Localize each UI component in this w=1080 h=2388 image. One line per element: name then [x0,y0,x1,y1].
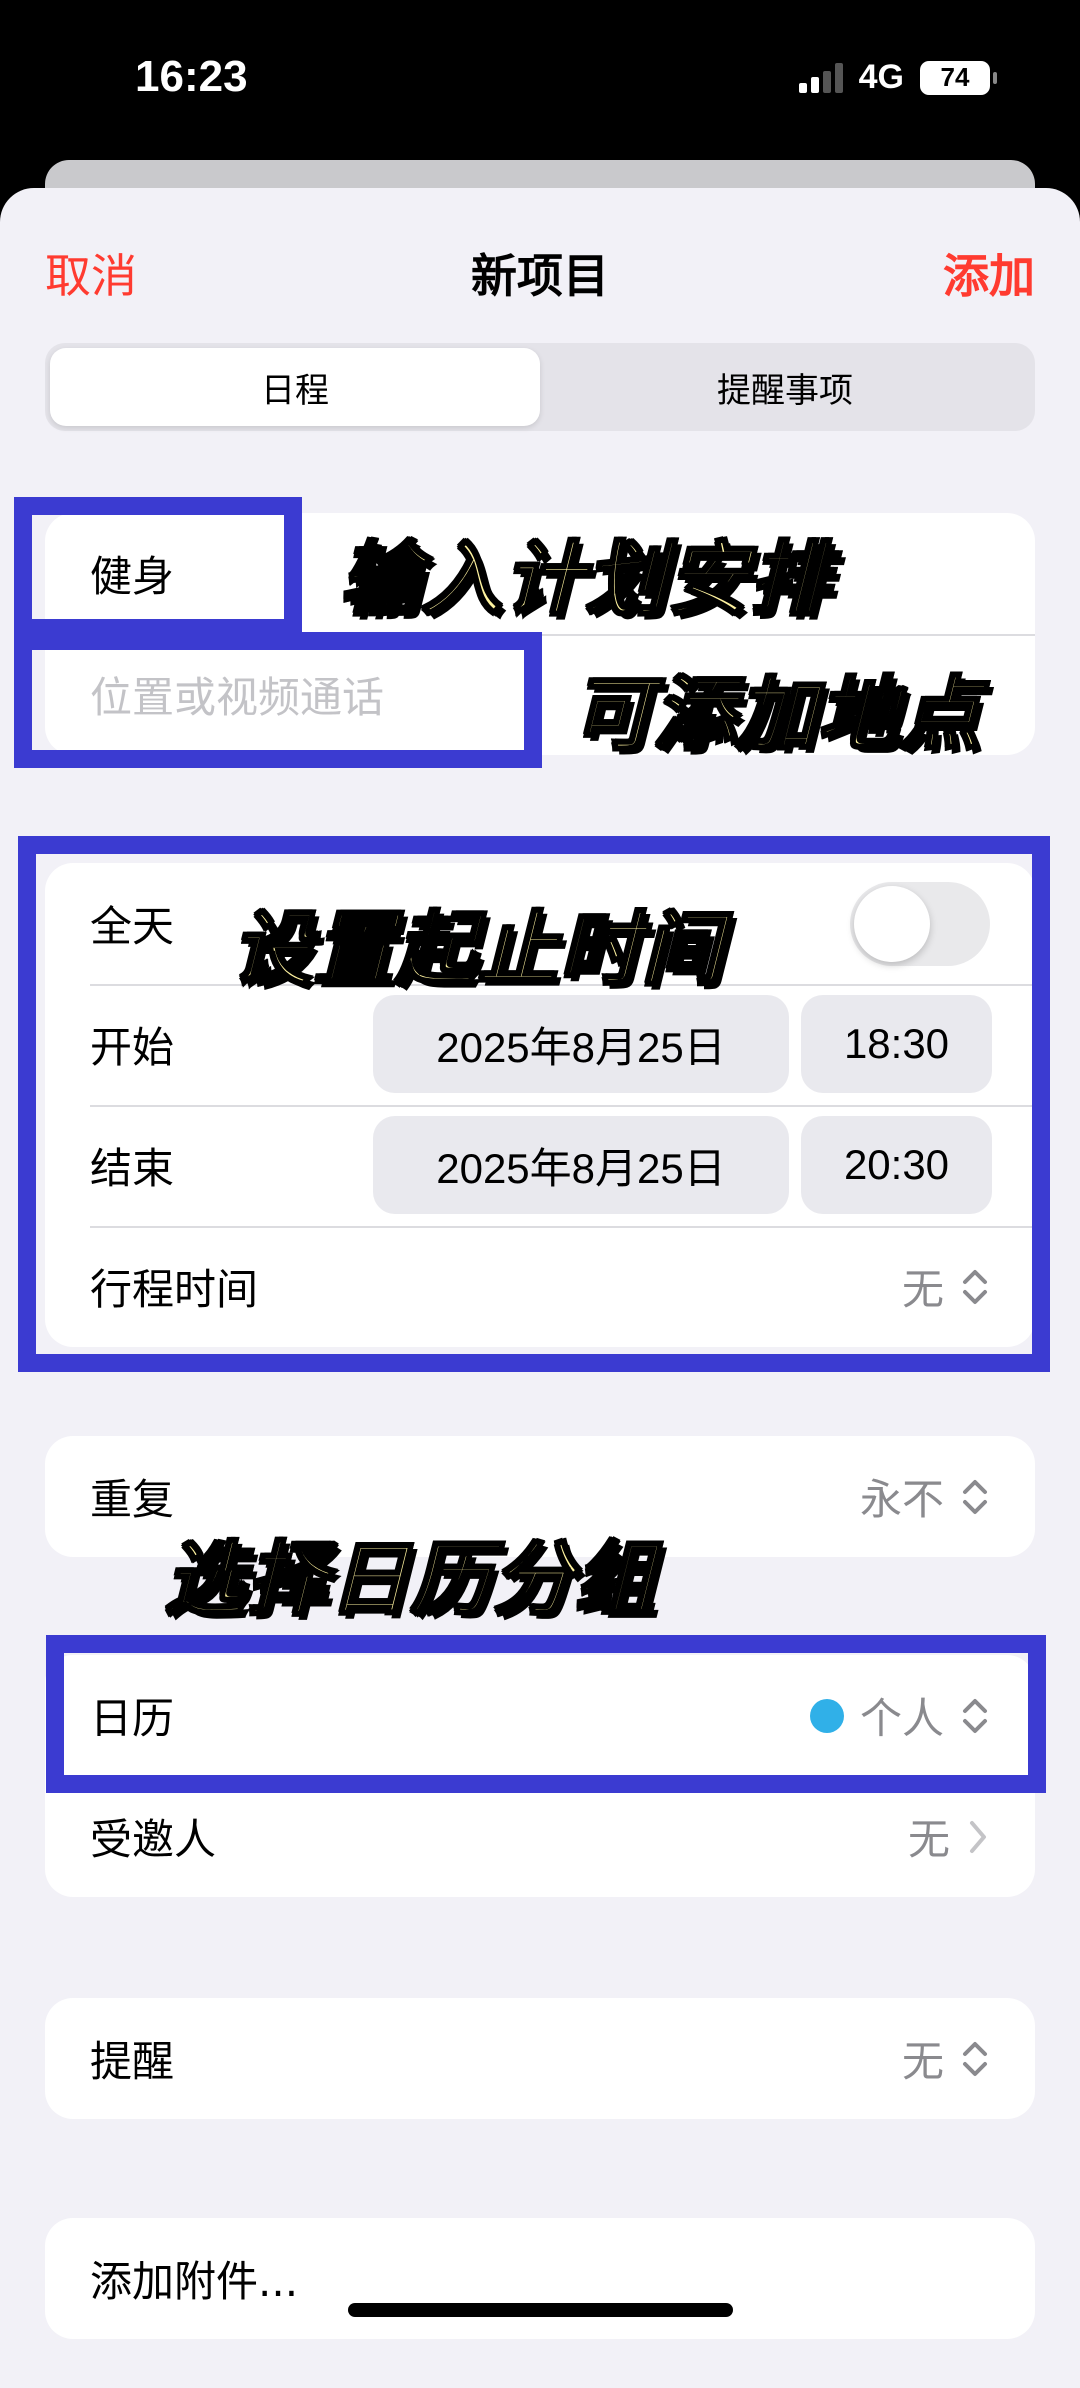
all-day-label: 全天 [90,902,175,951]
type-segmented-control: 日程 提醒事项 [45,343,1035,431]
title-field[interactable]: 健身 [45,513,1035,634]
time-card: 全天 开始 2025年8月25日 18:30 结束 2025年8月25日 20:… [45,863,1035,1347]
status-indicators: 4G 74 [798,58,997,97]
home-indicator [348,2303,733,2317]
up-down-chevron-icon [963,1698,987,1733]
repeat-card: 重复 永不 [45,1436,1035,1557]
network-type: 4G [858,58,904,96]
invitees-row[interactable]: 受邀人 无 [45,1776,1035,1897]
attachment-card: 添加附件... [45,2218,1035,2339]
travel-time-row[interactable]: 行程时间 无 [45,1226,1035,1347]
calendar-color-dot [809,1698,844,1733]
nav-bar: 取消 新项目 添加 [0,188,1080,348]
alert-card: 提醒 无 [45,1998,1035,2119]
repeat-row[interactable]: 重复 永不 [45,1436,1035,1557]
calendar-card: 日历 个人 受邀人 无 [45,1655,1035,1897]
all-day-row: 全天 [45,863,1035,984]
travel-time-label: 行程时间 [90,1265,259,1314]
new-event-sheet: 取消 新项目 添加 日程 提醒事项 健身 位置或视频通话 全天 开始 2025年… [0,188,1080,2388]
location-placeholder: 位置或视频通话 [90,673,385,722]
up-down-chevron-icon [963,1269,987,1304]
segment-reminder[interactable]: 提醒事项 [540,348,1030,426]
invitees-value: 无 [907,1815,950,1864]
location-field[interactable]: 位置或视频通话 [45,634,1035,755]
end-time-button[interactable]: 20:30 [801,1116,992,1214]
battery-icon: 74 [920,60,997,95]
up-down-chevron-icon [963,1479,987,1514]
start-date-button[interactable]: 2025年8月25日 [373,995,789,1093]
start-row: 开始 2025年8月25日 18:30 [45,984,1035,1105]
repeat-label: 重复 [90,1475,175,1524]
alert-label: 提醒 [90,2037,175,2086]
add-button[interactable]: 添加 [943,240,1035,306]
page-title: 新项目 [471,249,609,303]
start-time-button[interactable]: 18:30 [801,995,992,1093]
end-row: 结束 2025年8月25日 20:30 [45,1105,1035,1226]
toggle-knob [854,885,930,962]
segment-event[interactable]: 日程 [50,348,540,426]
invitees-label: 受邀人 [90,1815,217,1864]
repeat-value: 永不 [859,1475,944,1524]
add-attachment-row[interactable]: 添加附件... [45,2218,1035,2339]
cellular-signal-icon [798,62,843,93]
end-date-button[interactable]: 2025年8月25日 [373,1116,789,1214]
chevron-right-icon [970,1820,986,1853]
status-time: 16:23 [135,52,248,101]
calendar-label: 日历 [90,1694,175,1743]
alert-value: 无 [901,2037,944,2086]
up-down-chevron-icon [963,2041,987,2076]
calendar-row[interactable]: 日历 个人 [45,1655,1035,1776]
all-day-toggle[interactable] [850,881,990,966]
title-location-card: 健身 位置或视频通话 [45,513,1035,755]
status-bar: 16:23 4G 74 [0,0,1080,165]
battery-level: 74 [940,62,970,92]
title-value: 健身 [90,552,175,601]
calendar-value: 个人 [859,1694,944,1743]
travel-time-value: 无 [901,1265,944,1314]
add-attachment-label: 添加附件... [90,2257,299,2306]
alert-row[interactable]: 提醒 无 [45,1998,1035,2119]
